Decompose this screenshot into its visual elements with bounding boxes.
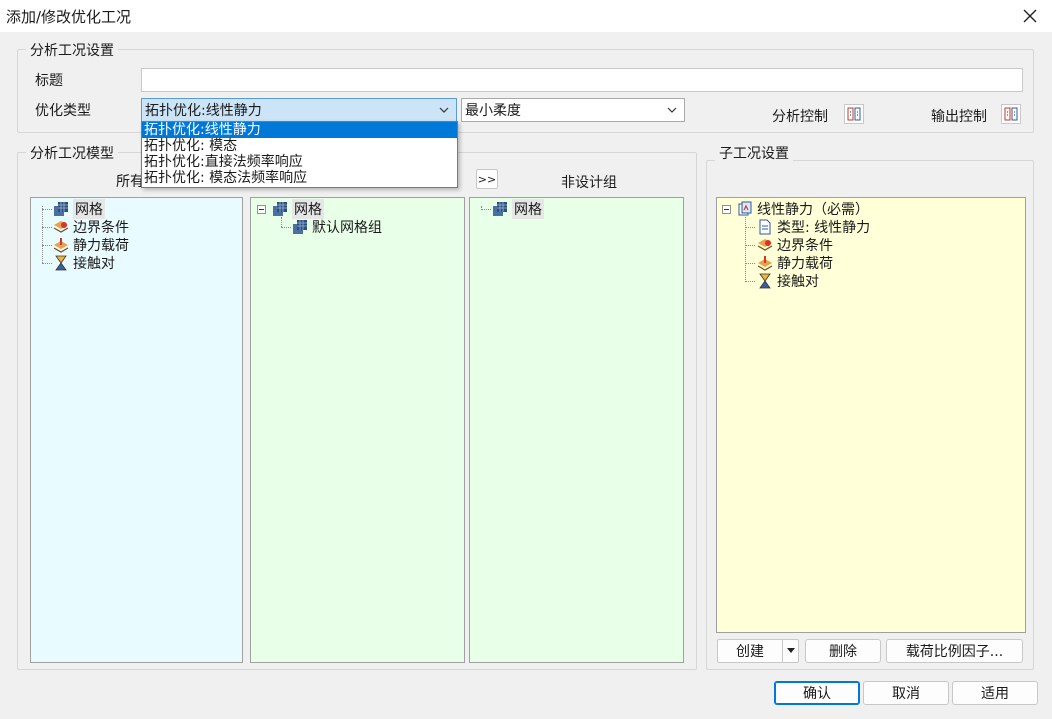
opt-target-combo[interactable]: 最小柔度 — [461, 98, 685, 122]
non-design-group-panel[interactable] — [469, 197, 684, 663]
close-button[interactable] — [1016, 2, 1044, 30]
opt-type-value: 拓扑优化:线性静力 — [145, 103, 262, 119]
opt-target-value: 最小柔度 — [465, 103, 521, 119]
mesh-icon — [293, 220, 307, 234]
collapse-toggle[interactable] — [722, 205, 731, 214]
all-label: 所有 — [116, 174, 144, 190]
contact-icon — [759, 273, 771, 289]
opt-type-dropdown-list: 拓扑优化:线性静力 拓扑优化: 模态 拓扑优化:直接法频率响应 拓扑优化: 模态… — [141, 121, 458, 188]
output-control-button[interactable] — [1001, 104, 1021, 124]
caret-down-icon — [786, 648, 795, 653]
collapse-toggle[interactable] — [257, 205, 266, 214]
tree-item-static-load[interactable]: 静力载荷 — [53, 236, 129, 254]
dropdown-option[interactable]: 拓扑优化:直接法频率响应 — [142, 154, 457, 170]
non-design-label: 非设计组 — [561, 175, 617, 191]
tree-item-default-mesh-group[interactable]: 默认网格组 — [292, 218, 382, 236]
analysis-control-label: 分析控制 — [772, 109, 828, 125]
boundary-condition-icon — [53, 221, 69, 233]
create-button[interactable]: 创建 — [717, 639, 783, 663]
delete-button[interactable]: 删除 — [805, 639, 881, 663]
dropdown-option[interactable]: 拓扑优化: 模态 — [142, 138, 457, 154]
title-bar — [0, 0, 1052, 32]
dropdown-option[interactable]: 拓扑优化:线性静力 — [142, 122, 457, 138]
ok-button[interactable]: 确认 — [774, 681, 860, 705]
window-title: 添加/修改优化工况 — [6, 8, 132, 26]
contact-icon — [55, 255, 67, 271]
mesh-icon — [54, 202, 68, 216]
close-icon — [1023, 9, 1037, 23]
design-group-panel[interactable] — [250, 197, 465, 663]
cancel-button[interactable]: 取消 — [863, 681, 949, 705]
document-icon — [759, 219, 771, 235]
dropdown-option[interactable]: 拓扑优化: 模态法频率响应 — [142, 170, 457, 186]
subcase-legend: 子工况设置 — [715, 143, 793, 163]
chevron-down-icon — [439, 107, 449, 113]
load-icon — [757, 256, 773, 271]
chevron-down-icon — [667, 107, 677, 113]
control-panel-icon — [1004, 107, 1018, 121]
subcase-icon — [738, 201, 752, 216]
tree-item-non-design-mesh[interactable]: 网格 — [492, 199, 544, 219]
load-scale-factor-button[interactable]: 载荷比例因子... — [886, 639, 1023, 663]
tree-item-contact[interactable]: 接触对 — [53, 254, 115, 272]
analysis-settings-legend: 分析工况设置 — [26, 40, 118, 60]
output-control-label: 输出控制 — [931, 109, 987, 125]
boundary-condition-icon — [757, 239, 773, 251]
load-icon — [53, 238, 69, 253]
title-input[interactable] — [141, 68, 1023, 92]
model-legend: 分析工况模型 — [26, 143, 118, 163]
subcase-contact[interactable]: 接触对 — [757, 272, 819, 290]
create-dropdown-button[interactable] — [782, 639, 799, 663]
apply-button[interactable]: 适用 — [952, 681, 1038, 705]
mesh-icon — [493, 202, 507, 216]
subcase-type[interactable]: 类型: 线性静力 — [757, 218, 870, 236]
tree-item-mesh-root[interactable]: 网格 — [272, 199, 324, 219]
opt-type-combo[interactable]: 拓扑优化:线性静力 — [141, 98, 457, 122]
title-label: 标题 — [35, 73, 63, 89]
analysis-control-button[interactable] — [844, 104, 864, 124]
control-panel-icon — [847, 107, 861, 121]
tree-item-mesh[interactable]: 网格 — [53, 199, 105, 219]
subcase-static-load[interactable]: 静力载荷 — [757, 254, 833, 272]
tree-item-boundary[interactable]: 边界条件 — [53, 218, 129, 236]
opt-type-label: 优化类型 — [35, 103, 91, 119]
subcase-root[interactable]: 线性静力（必需） — [737, 200, 869, 218]
move-right-button[interactable]: >> — [476, 169, 498, 189]
subcase-boundary[interactable]: 边界条件 — [757, 236, 833, 254]
mesh-icon — [273, 202, 287, 216]
